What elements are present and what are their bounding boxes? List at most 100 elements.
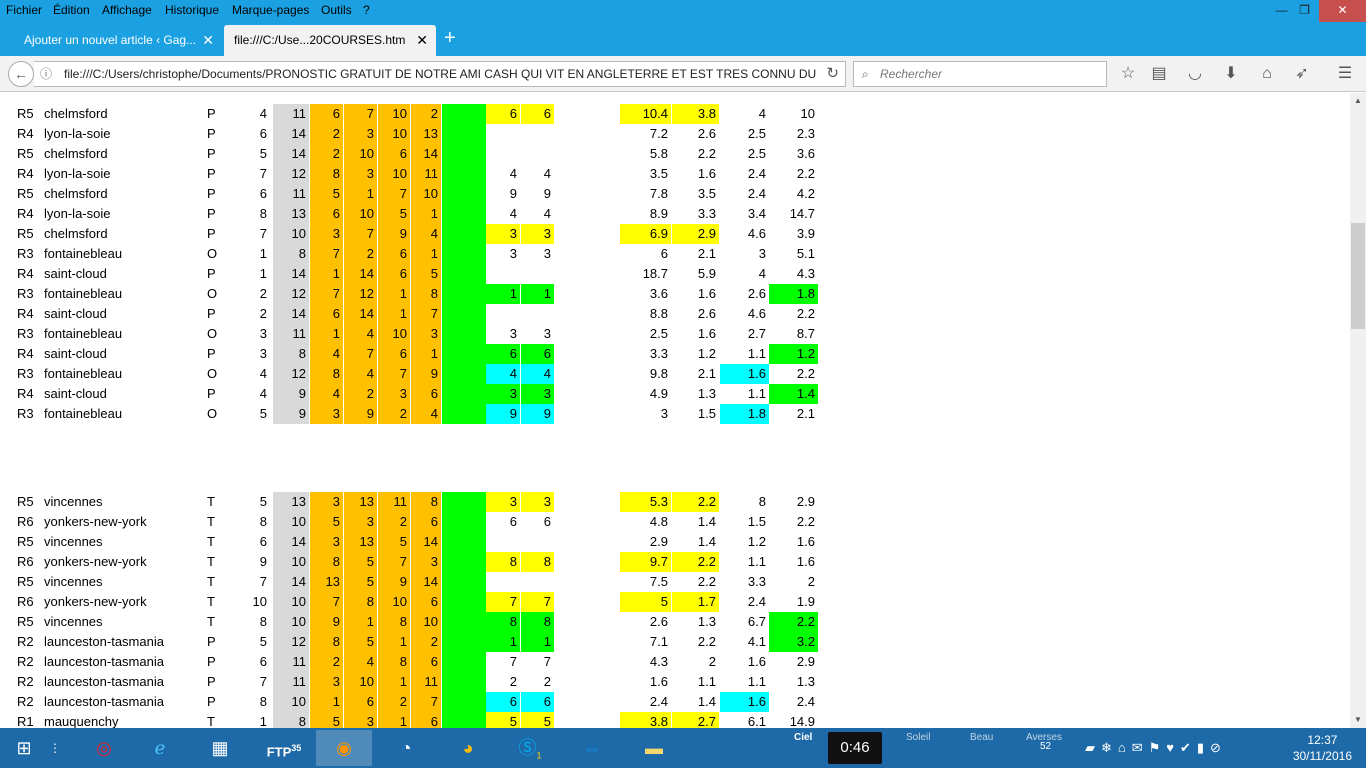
new-tab-button[interactable]: + — [444, 26, 456, 50]
selection-cell: 10 — [411, 612, 441, 632]
rapport-cell: 8.9 — [649, 206, 668, 221]
rapport-cell: 2.6 — [697, 306, 716, 321]
timer-display[interactable]: 0:46 — [828, 732, 882, 764]
selection-cell: 7 — [411, 304, 441, 324]
track-cell: lyon-la-soie — [44, 206, 111, 221]
reading-list-icon[interactable]: ▤ — [1147, 62, 1171, 86]
search-placeholder: Rechercher — [880, 67, 943, 81]
scroll-down-arrow-icon[interactable]: ▼ — [1350, 712, 1366, 728]
menu-historique[interactable]: Historique — [165, 3, 219, 17]
scrollbar-thumb[interactable] — [1351, 223, 1365, 329]
partants-cell: 14 — [273, 144, 309, 164]
selection-cell: 4 — [310, 384, 343, 404]
reunion-cell: R5 — [17, 494, 34, 509]
selection-cell: 7 — [344, 104, 377, 124]
selection-cell: 3 — [344, 124, 377, 144]
rapport-cell: 4.3 — [649, 654, 668, 669]
hamburger-menu-icon[interactable]: ☰ — [1333, 62, 1357, 86]
tab-courses-file[interactable]: file:///C:/Use...20COURSES.htm ✕ — [224, 25, 436, 56]
selection-cell: 14 — [411, 532, 441, 552]
url-text[interactable]: file:///C:/Users/christophe/Documents/PR… — [64, 62, 820, 86]
green-marker-cell — [442, 532, 486, 552]
signal-icon[interactable]: 52 — [1040, 741, 1070, 781]
menu-outils[interactable]: Outils — [321, 3, 352, 17]
rapport-cell: 1.6 — [697, 166, 716, 181]
info-icon[interactable]: ⓘ — [40, 62, 52, 86]
task-view-icon[interactable]: ⋮ — [46, 730, 64, 766]
back-button[interactable]: ← — [8, 61, 34, 87]
result-cell: 3 — [521, 384, 554, 404]
selection-cell: 6 — [378, 144, 410, 164]
result-cell: 6 — [543, 514, 551, 529]
menu-help[interactable]: ? — [363, 3, 370, 17]
close-tab-icon[interactable]: ✕ — [416, 25, 428, 56]
folder-icon[interactable]: ▬ — [626, 730, 682, 766]
partants-cell: 8 — [273, 344, 309, 364]
clock[interactable]: 12:37 30/11/2016 — [1293, 732, 1352, 764]
menu-edition[interactable]: Édition — [53, 3, 90, 17]
teamviewer-icon[interactable]: ⇔ — [564, 730, 620, 766]
weather-widget[interactable]: Ciel — [790, 728, 830, 768]
download-icon[interactable]: ⬇ — [1219, 62, 1243, 86]
result-cell: 5 — [521, 712, 554, 728]
reunion-cell: R5 — [17, 186, 34, 201]
type-cell: O — [207, 406, 218, 421]
type-cell: T — [207, 614, 215, 629]
rapport-cell: 2.1 — [796, 406, 815, 421]
rapport-cell: 4.6 — [747, 226, 766, 241]
page-content: R5 chelmsford P 4 11 6 7 10 2 6 6 10.4 3.8 4 10 R4 lyon-… — [0, 93, 1350, 728]
type-cell: T — [207, 594, 215, 609]
selection-cell: 6 — [344, 692, 377, 712]
green-marker-cell — [442, 124, 486, 144]
skype-icon[interactable]: Ⓢ1 — [502, 730, 558, 766]
search-input[interactable]: ⌕ Rechercher — [853, 61, 1107, 87]
green-marker-cell — [442, 492, 486, 512]
internet-explorer-icon[interactable]: ℯ — [132, 730, 188, 766]
menu-affichage[interactable]: Affichage — [102, 3, 152, 17]
track-cell: launceston-tasmania — [44, 694, 164, 709]
home-icon[interactable]: ⌂ — [1255, 62, 1279, 86]
reunion-cell: R6 — [17, 514, 34, 529]
speedometer-icon[interactable]: ◔ — [378, 730, 434, 766]
green-marker-cell — [442, 364, 486, 384]
url-bar[interactable]: ⓘ file:///C:/Users/christophe/Documents/… — [34, 61, 846, 87]
tab-ajouter-article[interactable]: Ajouter un nouvel article ‹ Gag... ✕ — [14, 25, 222, 56]
opera-icon[interactable]: ◎ — [76, 730, 132, 766]
green-marker-cell — [442, 404, 486, 424]
table-row: R5 chelmsford P 7 10 3 7 9 4 3 3 6.9 2.9 4.6 3.9 — [0, 224, 1340, 244]
green-marker-cell — [442, 632, 486, 652]
reunion-cell: R2 — [17, 654, 34, 669]
partants-cell: 13 — [273, 204, 309, 224]
bookmark-star-icon[interactable]: ☆ — [1116, 62, 1140, 86]
close-tab-icon[interactable]: ✕ — [202, 25, 214, 56]
rapport-cell: 4 — [758, 266, 766, 281]
selection-cell: 5 — [344, 632, 377, 652]
system-tray-icons[interactable]: ▰❄⌂✉⚑♥✔▮⊘ — [1085, 740, 1285, 780]
reunion-cell: R3 — [17, 366, 34, 381]
ftp-icon[interactable]: FTP35 — [256, 730, 312, 766]
reunion-cell: R5 — [17, 534, 34, 549]
scroll-up-arrow-icon[interactable]: ▲ — [1350, 93, 1366, 109]
menu-fichier[interactable]: Fichier — [6, 3, 42, 17]
share-icon[interactable]: ➶ — [1290, 62, 1314, 86]
firefox-icon[interactable]: ◉ — [316, 730, 372, 766]
windows-start-icon[interactable]: ⊞ — [0, 730, 48, 766]
selection-cell: 14 — [411, 572, 441, 592]
rapport-cell: 4.3 — [796, 266, 815, 281]
partants-cell: 12 — [273, 632, 309, 652]
table-row: R5 chelmsford P 5 14 2 10 6 14 5.8 2.2 2.5 3.6 — [0, 144, 1340, 164]
skype-badge: 1 — [536, 750, 542, 761]
partants-cell: 10 — [273, 592, 309, 612]
reload-icon[interactable]: ↻ — [826, 62, 839, 86]
rapport-cell: 1.3 — [697, 386, 716, 401]
rapport-cell: 1.8 — [720, 404, 769, 424]
file-manager-icon[interactable]: ▦ — [192, 730, 248, 766]
close-window-button[interactable]: ✕ — [1319, 0, 1366, 22]
selection-cell: 1 — [344, 612, 377, 632]
pocket-icon[interactable]: ◡ — [1183, 62, 1207, 86]
vertical-scrollbar[interactable]: ▲ ▼ — [1350, 93, 1366, 728]
chrome-icon[interactable]: ◕ — [440, 730, 496, 766]
green-marker-cell — [442, 284, 486, 304]
selection-cell: 1 — [378, 712, 410, 728]
menu-marque-pages[interactable]: Marque-pages — [232, 3, 309, 17]
